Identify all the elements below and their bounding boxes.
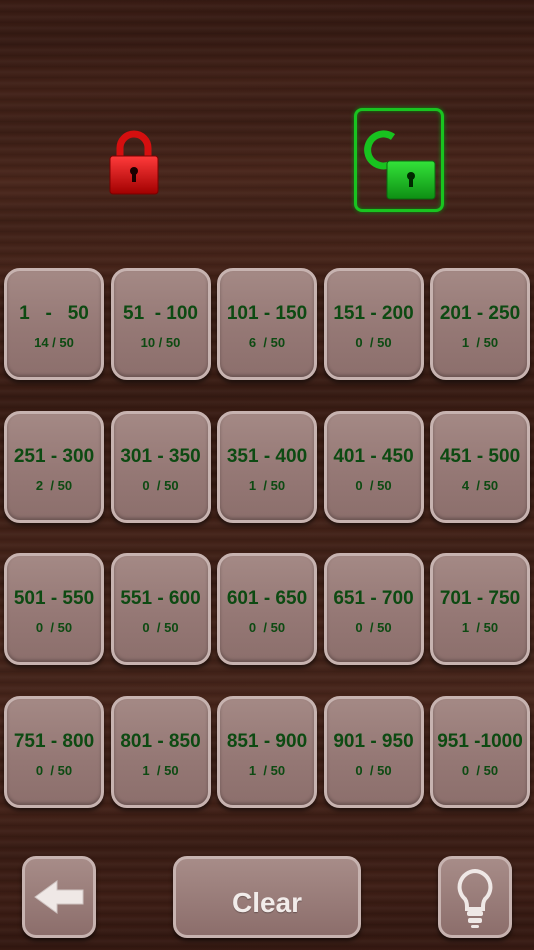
level-progress-label: 14 / 50	[34, 335, 74, 350]
level-progress-label: 0 / 50	[248, 620, 286, 635]
lightbulb-icon	[457, 868, 493, 928]
clear-button-label: Clear	[231, 887, 303, 918]
level-range-label: 301 - 350	[120, 445, 201, 467]
level-tile[interactable]: 401 - 450 0 / 50	[323, 410, 424, 523]
level-progress-label: 1 / 50	[248, 762, 286, 778]
level-tile[interactable]: 351 - 400 1 / 50	[217, 410, 317, 523]
level-tile[interactable]: 951 -1000 0 / 50	[430, 695, 530, 808]
lock-closed-icon[interactable]	[108, 128, 160, 196]
level-range-label: 751 - 800	[13, 730, 95, 752]
level-range-label: 351 - 400	[226, 445, 308, 467]
level-progress-label: 1 / 50	[461, 620, 499, 635]
level-range-label: 501 - 550	[13, 588, 95, 609]
level-progress-label: 0 / 50	[355, 477, 392, 493]
level-progress-label: 0 / 50	[142, 477, 179, 493]
level-range-label: 901 - 950	[333, 730, 414, 752]
level-progress-label: 6 / 50	[248, 335, 286, 350]
level-tile[interactable]: 701 - 750 1 / 50	[430, 553, 530, 665]
level-range-label: 1 - 50	[19, 303, 89, 324]
level-tile[interactable]: 301 - 350 0 / 50	[110, 410, 211, 523]
level-tile[interactable]: 651 - 700 0 / 50	[323, 553, 424, 665]
clear-button[interactable]: Clear	[173, 856, 361, 938]
level-progress-label: 0 / 50	[461, 762, 499, 778]
level-range-label: 601 - 650	[226, 588, 308, 609]
level-tile[interactable]: 501 - 550 0 / 50	[4, 553, 104, 665]
level-progress-label: 0 / 50	[35, 620, 73, 635]
level-progress-label: 0 / 50	[355, 335, 392, 350]
level-range-label: 251 - 300	[13, 445, 95, 467]
level-range-label: 801 - 850	[120, 730, 201, 752]
level-progress-label: 1 / 50	[142, 762, 179, 778]
arrow-left-icon	[34, 880, 84, 914]
level-tile[interactable]: 1 - 50 14 / 50	[4, 268, 104, 380]
level-range-label: 151 - 200	[333, 303, 414, 324]
level-range-label: 951 -1000	[437, 730, 523, 752]
level-range-label: 101 - 150	[226, 303, 308, 324]
level-tile[interactable]: 451 - 500 4 / 50	[430, 410, 530, 523]
level-tile[interactable]: 801 - 850 1 / 50	[110, 695, 211, 808]
level-range-label: 551 - 600	[120, 588, 201, 609]
level-tile[interactable]: 601 - 650 0 / 50	[217, 553, 317, 665]
level-tile[interactable]: 51 - 100 10 / 50	[110, 268, 211, 380]
level-progress-label: 0 / 50	[355, 762, 392, 778]
level-range-label: 201 - 250	[439, 303, 521, 324]
level-tile[interactable]: 851 - 900 1 / 50	[217, 695, 317, 808]
level-progress-label: 0 / 50	[355, 620, 392, 635]
level-progress-label: 0 / 50	[142, 620, 179, 635]
level-tile[interactable]: 151 - 200 0 / 50	[323, 268, 424, 380]
level-range-label: 401 - 450	[333, 445, 414, 467]
level-tile[interactable]: 901 - 950 0 / 50	[323, 695, 424, 808]
back-button[interactable]	[22, 856, 96, 938]
level-progress-label: 0 / 50	[35, 762, 73, 778]
level-tile[interactable]: 551 - 600 0 / 50	[110, 553, 211, 665]
level-tile[interactable]: 751 - 800 0 / 50	[4, 695, 104, 808]
level-progress-label: 4 / 50	[461, 477, 499, 493]
level-tile[interactable]: 201 - 250 1 / 50	[430, 268, 530, 380]
hint-button[interactable]	[438, 856, 512, 938]
level-range-label: 651 - 700	[333, 588, 414, 609]
level-progress-label: 1 / 50	[248, 477, 286, 493]
level-range-label: 851 - 900	[226, 730, 308, 752]
lock-open-icon	[363, 125, 437, 203]
level-tile[interactable]: 251 - 300 2 / 50	[4, 410, 104, 523]
level-progress-label: 10 / 50	[140, 335, 181, 350]
level-progress-label: 1 / 50	[461, 335, 499, 350]
level-tile[interactable]: 101 - 150 6 / 50	[217, 268, 317, 380]
level-range-label: 51 - 100	[123, 303, 198, 324]
level-range-label: 701 - 750	[439, 588, 521, 609]
level-range-label: 451 - 500	[439, 445, 521, 467]
lock-open-button[interactable]	[354, 108, 444, 212]
level-progress-label: 2 / 50	[35, 477, 73, 493]
